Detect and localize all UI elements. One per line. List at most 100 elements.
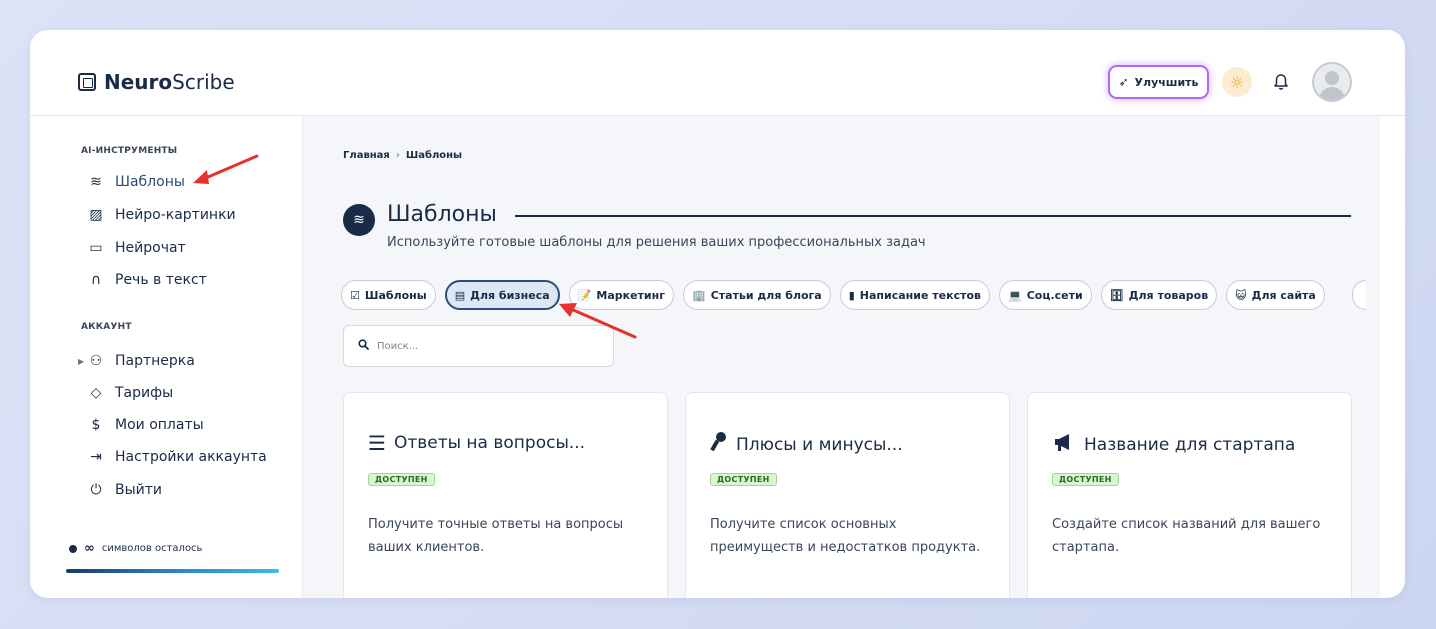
- chip-label: Соц.сети: [1026, 288, 1083, 302]
- bell-icon: [1274, 74, 1288, 90]
- tag-icon: ◇: [90, 385, 102, 401]
- dollar-icon: $: [91, 417, 101, 433]
- status-badge: ДОСТУПЕН: [368, 473, 435, 486]
- memo-icon: 📝: [577, 288, 592, 302]
- laptop-icon: 💻: [1008, 288, 1022, 302]
- title-divider: [515, 215, 1351, 217]
- chip-label: Для бизнеса: [470, 288, 550, 302]
- chip-label: Для сайта: [1251, 288, 1316, 302]
- card-description: Создайте список названий для вашего стар…: [1052, 517, 1321, 555]
- card-description: Получите точные ответы на вопросы ваших …: [368, 517, 624, 555]
- chars-remaining: ∞ символов осталось: [69, 541, 202, 556]
- chip-templates[interactable]: ☑ Шаблоны: [341, 280, 436, 310]
- page-title: Шаблоны: [387, 202, 497, 227]
- logo-text-bold: Neuro: [104, 70, 173, 94]
- notifications-button[interactable]: [1270, 70, 1292, 94]
- category-chips: ☑ Шаблоны ▤ Для бизнеса 📝 Маркетинг 🏢 Статьи…: [341, 280, 1325, 310]
- chars-progress-bar: [66, 569, 279, 573]
- chip-overflow[interactable]: [1352, 280, 1366, 310]
- sidebar-item-logout[interactable]: ⏻ Выйти: [88, 480, 162, 500]
- calendar-icon: ▤: [454, 288, 466, 302]
- sidebar-section-tools: AI-ИНСТРУМЕНТЫ: [81, 146, 178, 156]
- status-badge: ДОСТУПЕН: [1052, 473, 1119, 486]
- sidebar-item-label: Нейрочат: [115, 240, 186, 256]
- search-box[interactable]: [343, 325, 614, 367]
- chars-value: ∞: [84, 541, 95, 556]
- users-icon: ⚇: [89, 353, 103, 369]
- breadcrumb-home[interactable]: Главная: [343, 150, 390, 161]
- list-icon: ☰: [368, 431, 386, 455]
- sidebar-item-label: Партнерка: [115, 353, 195, 369]
- card-title-text: Ответы на вопросы...: [393, 433, 586, 453]
- layers-icon: ≋: [90, 174, 102, 190]
- megaphone-icon: [1052, 431, 1076, 458]
- card-title-text: Плюсы и минусы...: [736, 434, 903, 455]
- app-window: NeuroScribe ➶ Улучшить ☼ AI-ИНСТРУМЕНТЫ …: [30, 30, 1405, 598]
- chars-label: символов осталось: [101, 543, 203, 554]
- sidebar-item-neurochat[interactable]: ▭ Нейрочат: [88, 238, 186, 258]
- chat-icon: ▭: [89, 240, 103, 256]
- chip-products[interactable]: 🗄 Для товаров: [1100, 280, 1218, 310]
- chip-writing[interactable]: ▮ Написание текстов: [839, 280, 990, 310]
- chip-social[interactable]: 💻 Соц.сети: [999, 280, 1092, 310]
- page-header: ≋ Шаблоны: [343, 204, 497, 236]
- cat-icon: 😺: [1235, 288, 1247, 302]
- card-title-text: Название для стартапа: [1084, 434, 1296, 455]
- sidebar-item-label: Мои оплаты: [115, 417, 204, 433]
- main-content: Главная › Шаблоны ≋ Шаблоны Используйте …: [303, 116, 1380, 598]
- sidebar-item-partner[interactable]: ▶ ⚇ Партнерка: [78, 351, 195, 371]
- template-card-faq[interactable]: ☰ Ответы на вопросы... ДОСТУПЕН Получите…: [343, 392, 668, 598]
- sun-icon: ☼: [1229, 72, 1245, 92]
- breadcrumb: Главная › Шаблоны: [343, 150, 462, 161]
- status-dot-icon: [69, 544, 77, 553]
- chip-marketing[interactable]: 📝 Маркетинг: [568, 280, 674, 310]
- chip-label: Шаблоны: [364, 288, 427, 302]
- cabinet-icon: 🗄: [1109, 288, 1124, 302]
- sidebar-item-templates[interactable]: ≋ Шаблоны: [88, 172, 185, 192]
- sidebar-item-tariffs[interactable]: ◇ Тарифы: [88, 383, 174, 403]
- sidebar-item-label: Настройки аккаунта: [115, 449, 267, 465]
- sidebar-item-neuro-images[interactable]: ▨ Нейро-картинки: [88, 205, 236, 225]
- key-icon: [710, 431, 728, 458]
- card-title: Название для стартапа: [1052, 431, 1295, 458]
- template-card-startup-name[interactable]: Название для стартапа ДОСТУПЕН Создайте …: [1027, 392, 1352, 598]
- breadcrumb-current: Шаблоны: [405, 150, 463, 161]
- chip-website[interactable]: 😺 Для сайта: [1226, 280, 1325, 310]
- sidebar-item-label: Выйти: [115, 482, 163, 498]
- expand-caret-icon[interactable]: ▶: [78, 357, 84, 366]
- chip-label: Написание текстов: [859, 288, 981, 302]
- chip-label: Для товаров: [1128, 288, 1209, 302]
- rocket-icon: ➶: [1118, 75, 1129, 89]
- phone-icon: ▮: [848, 288, 855, 302]
- card-title: Плюсы и минусы...: [710, 431, 903, 458]
- power-icon: ⏻: [90, 482, 102, 498]
- chip-label: Маркетинг: [596, 288, 665, 302]
- theme-toggle-button[interactable]: ☼: [1222, 67, 1252, 97]
- search-input[interactable]: [377, 340, 597, 352]
- status-badge: ДОСТУПЕН: [710, 473, 777, 486]
- sidebar-item-account-settings[interactable]: ⇥ Настройки аккаунта: [88, 447, 267, 467]
- search-icon: [358, 339, 369, 353]
- building-icon: 🏢: [691, 288, 706, 302]
- app-logo[interactable]: NeuroScribe: [78, 70, 235, 94]
- sidebar-item-label: Тарифы: [115, 385, 174, 401]
- template-card-pros-cons[interactable]: Плюсы и минусы... ДОСТУПЕН Получите спис…: [685, 392, 1010, 598]
- sidebar-item-label: Нейро-картинки: [115, 207, 236, 223]
- image-icon: ▨: [89, 207, 103, 223]
- user-avatar[interactable]: [1312, 62, 1352, 102]
- sidebar-item-label: Речь в текст: [115, 272, 207, 288]
- sidebar-item-label: Шаблоны: [115, 174, 185, 190]
- headphones-icon: ∩: [90, 272, 102, 288]
- upgrade-label: Улучшить: [1134, 75, 1199, 89]
- logo-icon: [78, 73, 96, 91]
- sidebar-item-payments[interactable]: $ Мои оплаты: [88, 415, 204, 435]
- layers-icon: ≋: [343, 204, 375, 236]
- sidebar: AI-ИНСТРУМЕНТЫ ≋ Шаблоны ▨ Нейро-картинк…: [55, 116, 303, 598]
- card-title: ☰ Ответы на вопросы...: [368, 431, 585, 455]
- sidebar-item-speech-to-text[interactable]: ∩ Речь в текст: [88, 270, 207, 290]
- chip-business[interactable]: ▤ Для бизнеса: [444, 280, 560, 310]
- login-icon: ⇥: [90, 449, 102, 465]
- upgrade-button[interactable]: ➶ Улучшить: [1108, 65, 1209, 99]
- chip-blog-articles[interactable]: 🏢 Статьи для блога: [682, 280, 831, 310]
- breadcrumb-separator: ›: [395, 150, 400, 161]
